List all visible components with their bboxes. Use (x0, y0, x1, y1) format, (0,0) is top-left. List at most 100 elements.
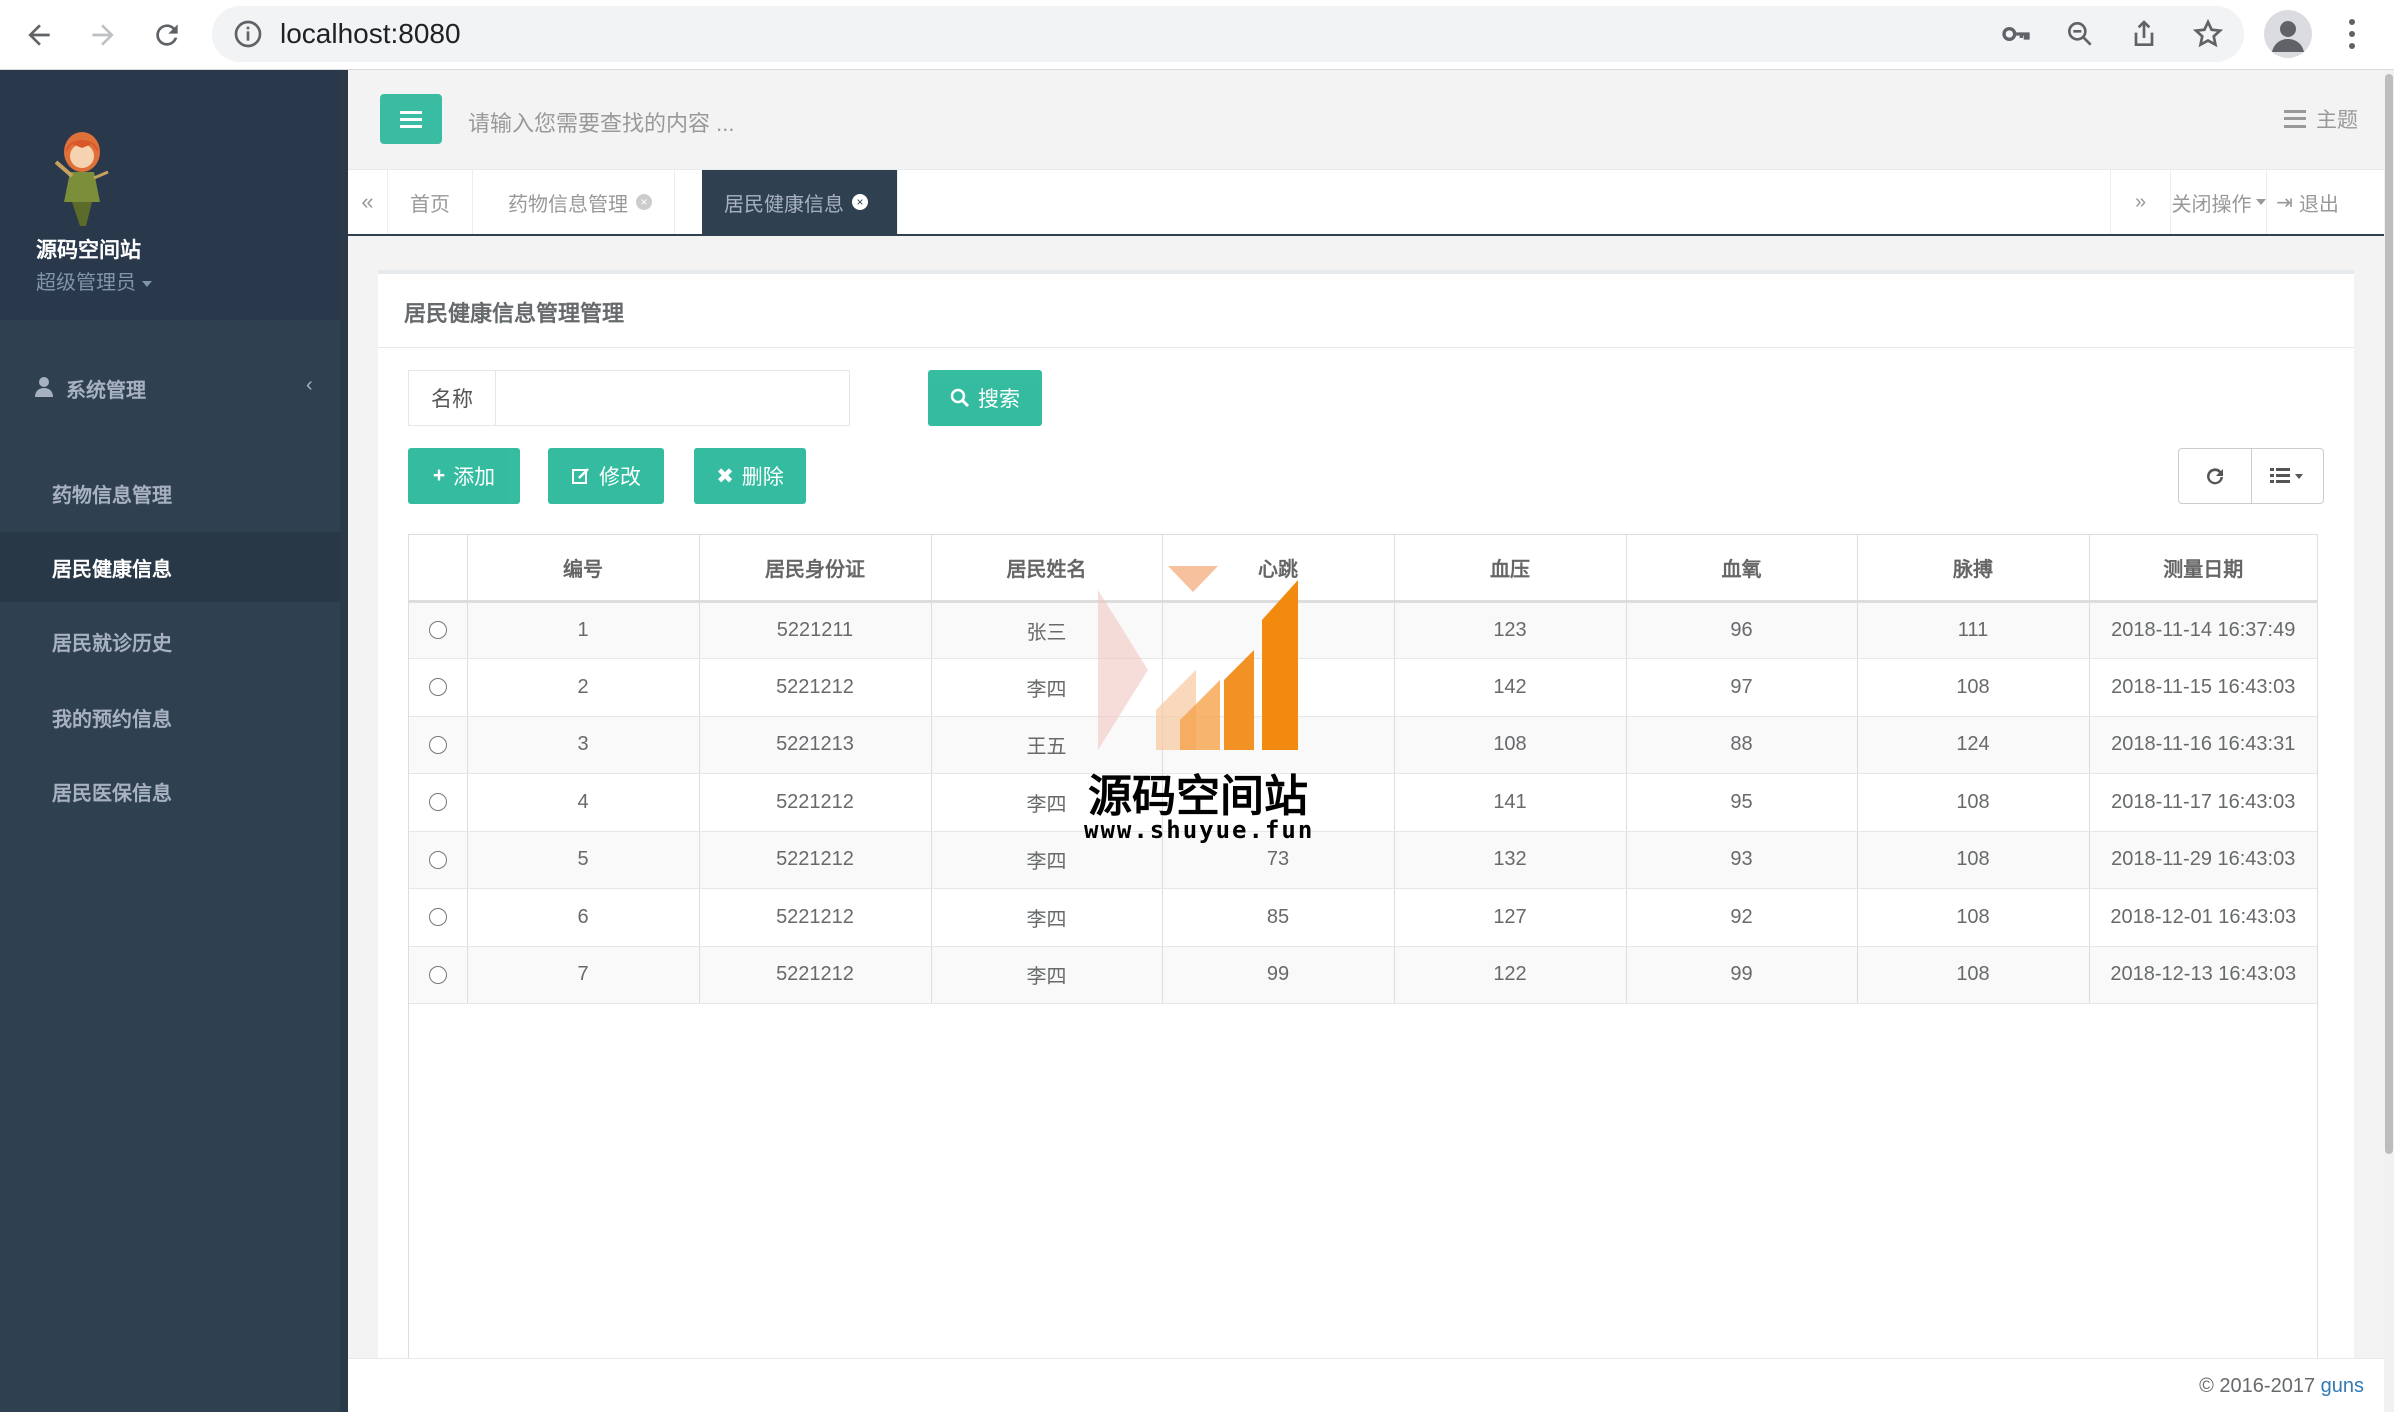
profile-avatar-icon[interactable] (2264, 10, 2312, 58)
tab-label[interactable]: 居民健康信息 (724, 188, 844, 217)
logout-label[interactable]: 退出 (2299, 188, 2339, 217)
tab-home[interactable]: 首页 (388, 170, 473, 234)
scrollbar-thumb[interactable] (2385, 74, 2393, 1154)
add-button[interactable]: + 添加 (408, 448, 520, 504)
back-icon[interactable] (18, 14, 60, 56)
table-row[interactable]: 5 5221212 李四 73 132 93 108 2018-11-29 16:43:03 (409, 831, 2317, 889)
delete-button[interactable]: ✖ 删除 (694, 448, 806, 504)
table-row[interactable]: 6 5221212 李四 85 127 92 108 2018-12-01 16:43:03 (409, 888, 2317, 947)
edit-button-label[interactable]: 修改 (599, 461, 641, 491)
row-select-cell[interactable] (409, 601, 468, 659)
table-cell: 97 (1626, 658, 1858, 717)
sidebar-item-drug-info[interactable]: 药物信息管理 (0, 458, 340, 528)
search-button[interactable]: 搜索 (928, 370, 1042, 426)
row-select-cell[interactable] (409, 946, 468, 1004)
add-button-label[interactable]: 添加 (453, 461, 495, 491)
delete-button-label[interactable]: 删除 (742, 461, 784, 491)
browser-menu-icon[interactable] (2338, 14, 2366, 54)
user-role-dropdown[interactable]: 超级管理员 (36, 266, 152, 295)
page-scrollbar[interactable] (2384, 70, 2394, 1412)
theme-label[interactable]: 主题 (2316, 104, 2358, 134)
chevron-left-icon[interactable]: ‹ (306, 374, 313, 397)
address-bar[interactable]: localhost:8080 (212, 6, 2244, 62)
bookmark-star-icon[interactable] (2192, 18, 2224, 50)
content-panel: 居民健康信息管理管理 名称 搜索 + 添加 修改 ✖ 删除 编号 居民身份证 居… (378, 270, 2354, 1412)
tab-scroll-left-icon[interactable]: « (348, 170, 388, 234)
guns-link[interactable]: guns (2321, 1375, 2364, 1397)
column-header[interactable]: 血氧 (1626, 535, 1858, 603)
sidebar-item-my-appointments[interactable]: 我的预约信息 (0, 682, 340, 752)
table-row[interactable]: 4 5221212 李四 141 95 108 2018-11-17 16:43:03 (409, 773, 2317, 832)
column-header[interactable]: 编号 (467, 535, 700, 603)
row-radio[interactable] (428, 850, 447, 869)
column-header[interactable]: 脉搏 (1857, 535, 2090, 603)
close-operations-dropdown[interactable]: 关闭操作 (2170, 170, 2266, 234)
column-toggle-icon[interactable] (2250, 449, 2324, 503)
row-radio[interactable] (428, 793, 447, 812)
row-radio[interactable] (428, 678, 447, 697)
refresh-icon[interactable] (2179, 449, 2251, 503)
menu-toggle-button[interactable] (380, 94, 442, 144)
table-cell: 4 (467, 773, 700, 832)
edit-button[interactable]: 修改 (548, 448, 664, 504)
table-cell: 132 (1394, 831, 1627, 889)
avatar[interactable] (36, 122, 126, 232)
row-radio[interactable] (428, 621, 447, 640)
global-search-input[interactable]: 请输入您需要查找的内容 ... (468, 106, 734, 138)
share-icon[interactable] (2128, 18, 2160, 50)
theme-button[interactable]: 主题 (2284, 104, 2358, 134)
table-row[interactable]: 7 5221212 李四 99 122 99 108 2018-12-13 16:43:03 (409, 946, 2317, 1004)
row-radio[interactable] (428, 965, 447, 984)
menu-section-label[interactable]: 系统管理 (66, 374, 146, 403)
table-cell (1162, 601, 1395, 659)
column-header[interactable]: 测量日期 (2089, 535, 2317, 603)
close-tab-icon[interactable]: × (852, 194, 868, 210)
close-operations-label[interactable]: 关闭操作 (2172, 188, 2252, 217)
table-cell: 108 (1857, 946, 2090, 1004)
table-cell (1162, 658, 1395, 717)
row-select-cell[interactable] (409, 716, 468, 774)
table-cell: 2018-11-29 16:43:03 (2089, 831, 2317, 889)
table-row[interactable]: 3 5221213 王五 77 108 88 124 2018-11-16 16:43:31 (409, 716, 2317, 774)
table-row[interactable]: 2 5221212 李四 142 97 108 2018-11-15 16:43:03 (409, 658, 2317, 717)
logout-button[interactable]: ⇥ 退出 (2266, 170, 2348, 234)
role-label[interactable]: 超级管理员 (36, 272, 136, 294)
column-header[interactable]: 居民姓名 (931, 535, 1163, 603)
tab-resident-health[interactable]: 居民健康信息 × (702, 170, 898, 234)
footer: © 2016-2017 guns (348, 1358, 2394, 1412)
health-table: 编号 居民身份证 居民姓名 心跳 血压 血氧 脉搏 测量日期 1 5221211 张… (408, 534, 2318, 1412)
name-search-input[interactable] (496, 370, 850, 426)
tab-scroll-right-icon[interactable]: » (2110, 170, 2170, 234)
sidebar-item-medical-insurance[interactable]: 居民医保信息 (0, 756, 340, 826)
search-button-label[interactable]: 搜索 (978, 383, 1020, 413)
reload-icon[interactable] (146, 14, 188, 56)
forward-icon[interactable] (82, 14, 124, 56)
table-cell: 5221212 (699, 831, 932, 889)
column-header[interactable]: 血压 (1394, 535, 1627, 603)
table-cell: 123 (1394, 601, 1627, 659)
url-text[interactable]: localhost:8080 (280, 18, 461, 50)
tab-label[interactable]: 药物信息管理 (508, 188, 628, 217)
row-select-cell[interactable] (409, 658, 468, 717)
column-header[interactable]: 心跳 (1162, 535, 1395, 603)
table-row[interactable]: 1 5221211 张三 123 96 111 2018-11-14 16:37:49 (409, 601, 2317, 659)
column-header[interactable]: 居民身份证 (699, 535, 932, 603)
table-cell: 5221213 (699, 716, 932, 774)
zoom-icon[interactable] (2064, 18, 2096, 50)
row-radio[interactable] (428, 908, 447, 927)
row-select-cell[interactable] (409, 831, 468, 889)
row-select-cell[interactable] (409, 888, 468, 947)
table-cell: 142 (1394, 658, 1627, 717)
tab-drug-info[interactable]: 药物信息管理 × (486, 170, 675, 234)
menu-section-system[interactable]: 系统管理 ‹ (0, 360, 346, 414)
row-select-cell[interactable] (409, 773, 468, 832)
sidebar-item-resident-health[interactable]: 居民健康信息 (0, 532, 340, 602)
tab-label[interactable]: 首页 (410, 188, 450, 217)
close-tab-icon[interactable]: × (636, 194, 652, 210)
select-column-header (409, 535, 468, 603)
info-icon[interactable] (232, 18, 264, 50)
sidebar-item-visit-history[interactable]: 居民就诊历史 (0, 606, 340, 676)
row-radio[interactable] (428, 735, 447, 754)
table-cell: 3 (467, 716, 700, 774)
key-icon[interactable] (2000, 18, 2032, 50)
